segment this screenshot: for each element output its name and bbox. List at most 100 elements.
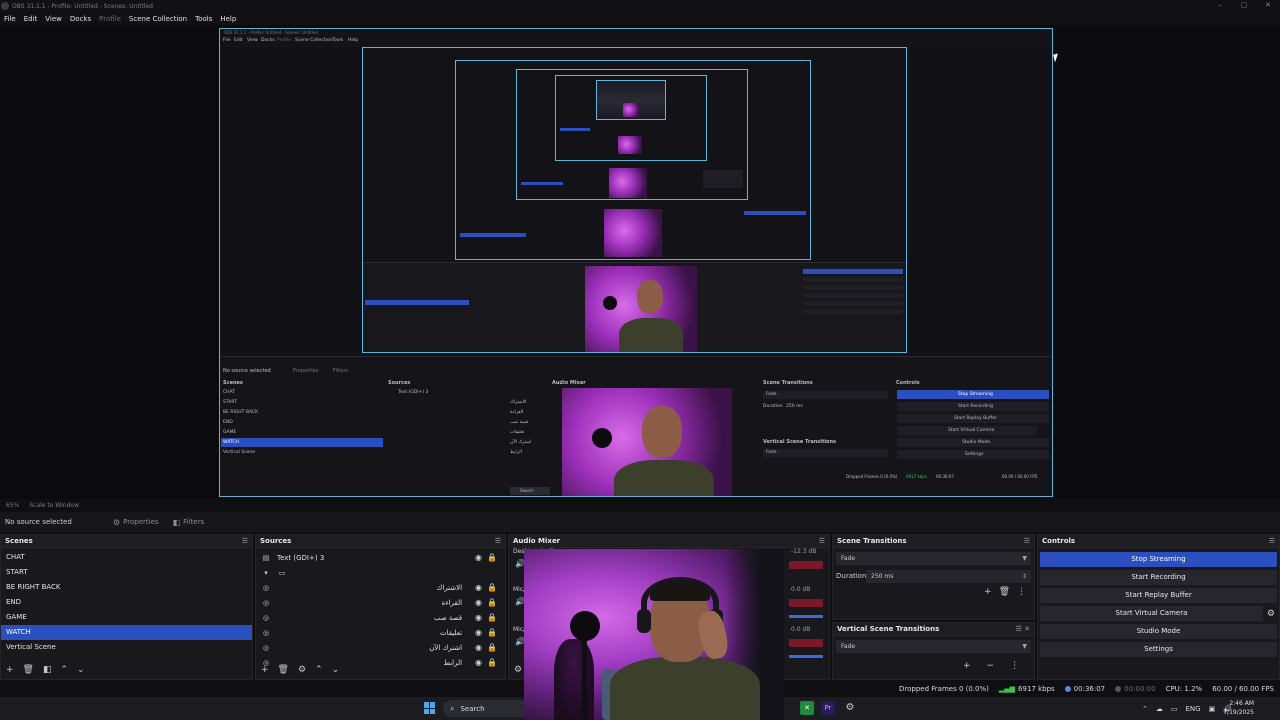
volume-slider[interactable] [789, 615, 823, 618]
inner-no-source: No source selected [223, 368, 271, 374]
vertical-transition-select[interactable]: Fade ▼ [836, 639, 1031, 653]
source-item[interactable]: ◎ الاشتراك ◉ 🔒 [256, 580, 505, 595]
minimize-button[interactable]: – [1208, 0, 1232, 12]
start-replay-buffer-button[interactable]: Start Replay Buffer [1040, 588, 1277, 603]
scene-item-start[interactable]: START [1, 565, 252, 580]
lock-icon[interactable]: 🔒 [487, 628, 497, 637]
chevron-down-icon[interactable]: ▾ [261, 569, 271, 577]
start-recording-button[interactable]: Start Recording [1040, 570, 1277, 585]
scene-item-vertical-scene[interactable]: Vertical Scene [1, 640, 252, 655]
move-down-icon[interactable]: ⌄ [332, 665, 340, 675]
settings-button[interactable]: Settings [1040, 642, 1277, 657]
zoom-level[interactable]: 65% [6, 502, 19, 509]
scene-item-game[interactable]: GAME [1, 610, 252, 625]
properties-button[interactable]: ⚙ Properties [113, 518, 159, 527]
menu-tools[interactable]: Tools [195, 15, 212, 23]
scene-filters-icon[interactable]: ◧ [43, 665, 52, 675]
move-down-icon[interactable]: ⌄ [77, 665, 85, 675]
preview-canvas[interactable]: OBS 31.1.1 - Profile: Untitled - Scenes:… [219, 28, 1053, 497]
menu-edit[interactable]: Edit [24, 15, 38, 23]
nested-webcam-level5 [609, 168, 647, 198]
lock-icon[interactable]: 🔒 [487, 643, 497, 652]
scene-item-end[interactable]: END [1, 595, 252, 610]
eye-icon[interactable]: ◉ [475, 553, 482, 562]
obs-taskbar-icon[interactable]: ⚙ [843, 701, 857, 715]
taskbar-clock[interactable]: 2:46 AM 7/19/2025 [1223, 699, 1254, 717]
vertical-transition-value: Fade [841, 642, 856, 650]
scale-mode[interactable]: Scale to Window [29, 502, 79, 509]
scene-item-watch[interactable]: WATCH [1, 625, 252, 640]
dock-menu-icon[interactable]: ☰ [1024, 537, 1030, 545]
studio-mode-button[interactable]: Studio Mode [1040, 624, 1277, 639]
remove-source-icon[interactable]: 🗑 [278, 665, 289, 675]
language-indicator[interactable]: ENG [1186, 705, 1201, 713]
premiere-icon[interactable]: Pr [821, 701, 835, 715]
menu-file[interactable]: File [4, 15, 16, 23]
lock-icon[interactable]: 🔒 [487, 583, 497, 592]
menu-help[interactable]: Help [220, 15, 236, 23]
remove-transition-icon[interactable]: 🗑 [999, 587, 1010, 597]
menu-docks[interactable]: Docks [70, 15, 91, 23]
remove-transition-icon[interactable]: − [987, 661, 995, 671]
close-button[interactable]: ✕ [1256, 0, 1280, 12]
add-source-icon[interactable]: + [261, 665, 269, 675]
chevron-up-icon[interactable]: ⌃ [1142, 705, 1148, 713]
lock-icon[interactable]: 🔒 [487, 613, 497, 622]
source-properties-icon[interactable]: ⚙ [298, 665, 306, 675]
dock-menu-icon[interactable]: ☰ [242, 537, 248, 545]
scene-item-chat[interactable]: CHAT [1, 550, 252, 565]
source-item[interactable]: ◎ اشترك الآن ◉ 🔒 [256, 640, 505, 655]
mixer-settings-icon[interactable]: ⚙ [514, 665, 522, 675]
dock-menu-icon[interactable]: ☰ [495, 537, 501, 545]
virtual-camera-settings-icon[interactable]: ⚙ [1267, 609, 1275, 619]
eye-icon[interactable]: ◉ [475, 613, 482, 622]
db-value: 0.0 dB [791, 586, 811, 593]
source-item[interactable]: ◎ تعليقات ◉ 🔒 [256, 625, 505, 640]
eye-icon[interactable]: ◉ [475, 628, 482, 637]
start-virtual-camera-button[interactable]: Start Virtual Camera [1040, 606, 1263, 621]
lock-icon[interactable]: 🔒 [487, 553, 497, 562]
stop-streaming-button[interactable]: Stop Streaming [1040, 552, 1277, 567]
move-up-icon[interactable]: ⌃ [315, 665, 323, 675]
eye-icon[interactable]: ◉ [475, 583, 482, 592]
menu-scene-collection[interactable]: Scene Collection [129, 15, 187, 23]
xbox-icon[interactable]: ✕ [800, 701, 814, 715]
add-transition-icon[interactable]: + [984, 587, 992, 597]
more-options-icon[interactable]: ⋮ [1010, 661, 1019, 671]
network-icon[interactable]: ▣ [1209, 705, 1216, 713]
usb-icon[interactable]: ▭ [1171, 705, 1178, 713]
lock-icon[interactable]: 🔒 [487, 598, 497, 607]
duration-input[interactable]: 250 ms ⇕ [866, 569, 1031, 583]
menu-profile[interactable]: Profile [99, 15, 121, 23]
sources-title: Sources [260, 537, 292, 545]
transition-select[interactable]: Fade ▼ [836, 551, 1031, 565]
source-item[interactable]: ◎ القراءة ◉ 🔒 [256, 595, 505, 610]
move-up-icon[interactable]: ⌃ [61, 665, 69, 675]
menu-view[interactable]: View [45, 15, 62, 23]
remove-scene-icon[interactable]: 🗑 [23, 665, 34, 675]
volume-slider[interactable] [789, 655, 823, 658]
maximize-button[interactable]: ▢ [1232, 0, 1256, 12]
preview-area[interactable]: OBS 31.1.1 - Profile: Untitled - Scenes:… [0, 25, 1280, 499]
source-item[interactable]: ◎ قصة صب ◉ 🔒 [256, 610, 505, 625]
eye-icon[interactable]: ◉ [475, 643, 482, 652]
source-name: تعليقات [440, 628, 463, 637]
add-scene-icon[interactable]: + [6, 665, 14, 675]
bitrate-stat: ▂▄▆ 6917 kbps [999, 685, 1055, 693]
scene-item-be-right-back[interactable]: BE RIGHT BACK [1, 580, 252, 595]
filters-button[interactable]: ◧ Filters [173, 518, 205, 527]
source-item[interactable]: ▾ ▭ [256, 565, 505, 580]
inner-ctl-5: Settings [965, 452, 984, 457]
source-item[interactable]: ▤ Text (GDI+) 3 ◉ 🔒 [256, 550, 505, 565]
dock-close-icon[interactable]: ☰ ✕ [1016, 625, 1030, 633]
cloud-icon[interactable]: ☁ [1156, 705, 1163, 713]
dock-menu-icon[interactable]: ☰ [1269, 537, 1275, 545]
add-transition-icon[interactable]: + [963, 661, 971, 671]
inner-source-7: الرابط [510, 450, 522, 455]
more-options-icon[interactable]: ⋮ [1017, 587, 1026, 597]
dock-menu-icon[interactable]: ☰ [819, 537, 825, 545]
windows-start-icon[interactable] [424, 702, 436, 714]
eye-icon[interactable]: ◉ [475, 598, 482, 607]
taskbar-search[interactable]: ⌕ Search [443, 700, 533, 717]
spinner-icon[interactable]: ⇕ [1022, 570, 1027, 583]
